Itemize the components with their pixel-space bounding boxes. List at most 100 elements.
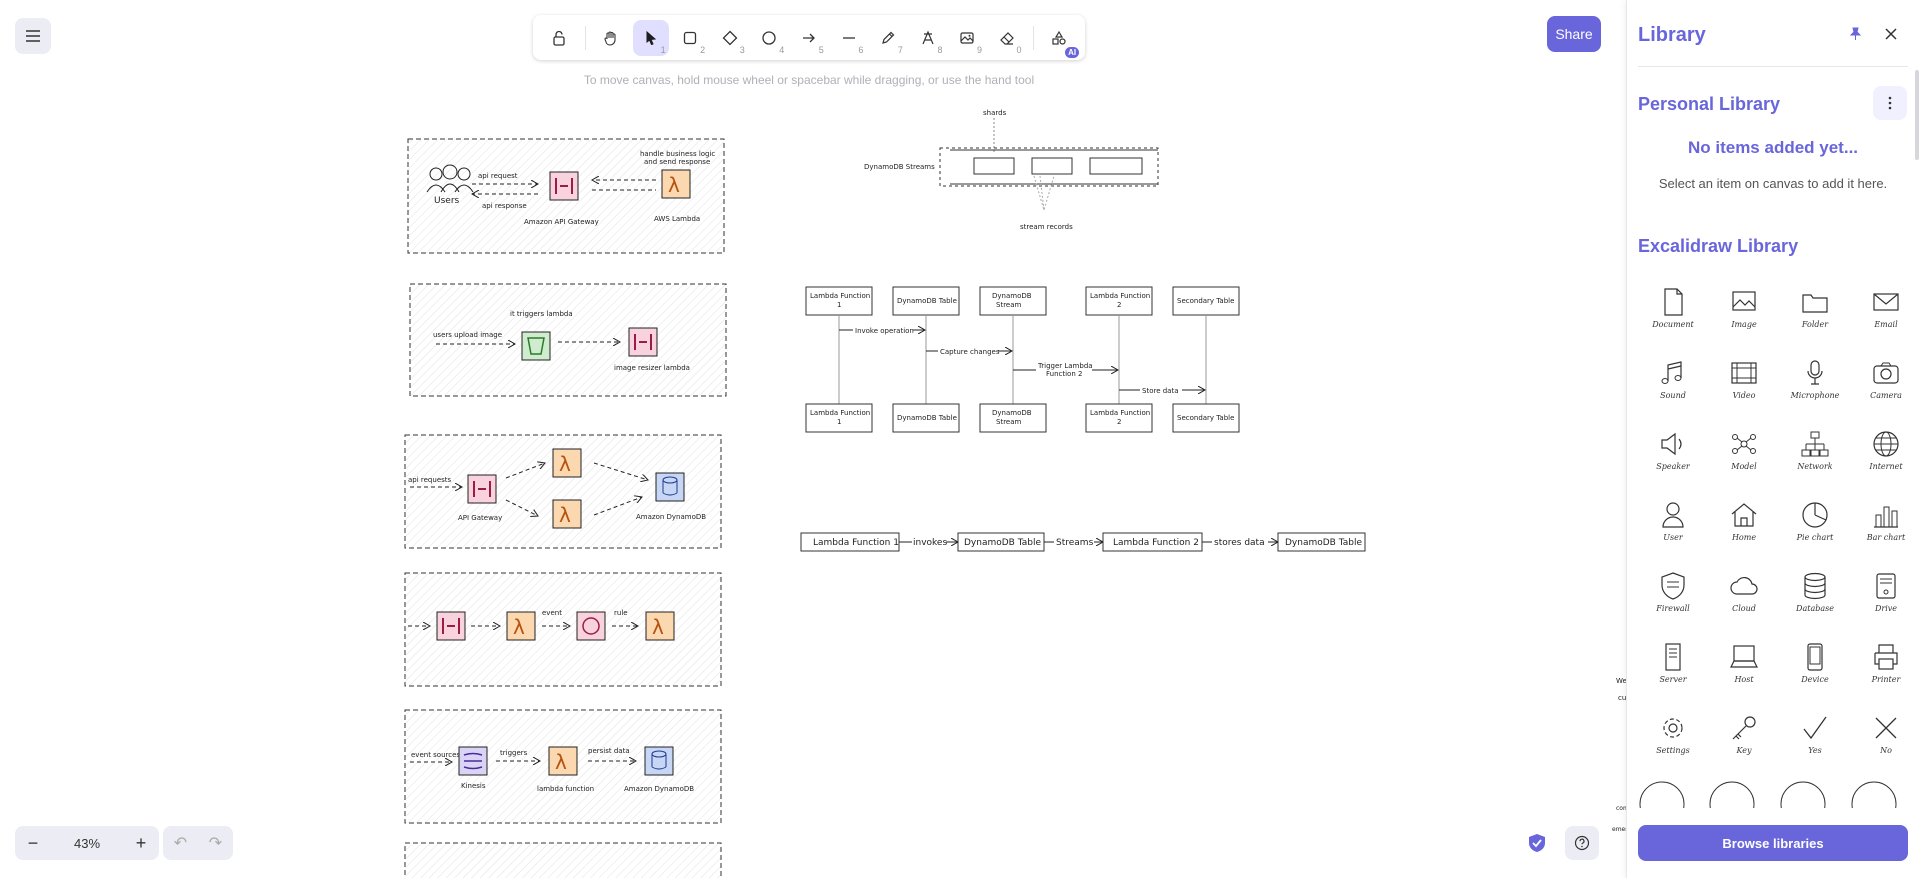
sequence-diagram[interactable]: Lambda Function 1 DynamoDB Table DynamoD… — [805, 286, 1240, 433]
diagram-frame-event-chain[interactable]: λ event rule λ — [404, 572, 722, 687]
library-item-label: Speaker — [1656, 462, 1690, 471]
library-item-bar-chart[interactable]: Bar chart — [1851, 495, 1919, 553]
library-item-model[interactable]: Model — [1709, 424, 1779, 482]
main-menu-button[interactable] — [15, 18, 51, 54]
library-item-sound[interactable]: Sound — [1638, 353, 1708, 411]
lock-tool-button[interactable] — [541, 20, 577, 56]
dynamo-label: Amazon DynamoDB — [636, 513, 706, 521]
library-item-label: Yes — [1808, 746, 1822, 755]
microphone-icon — [1807, 360, 1823, 385]
settings-icon — [1663, 718, 1683, 738]
library-item-folder[interactable]: Folder — [1780, 282, 1850, 340]
library-item-internet[interactable]: Internet — [1851, 424, 1919, 482]
folder-icon — [1802, 294, 1828, 313]
selection-tool-button[interactable]: 1 — [633, 19, 669, 56]
library-item-speaker[interactable]: Speaker — [1638, 424, 1708, 482]
undo-button[interactable]: ↶ — [174, 833, 187, 853]
flow-diagram[interactable]: Lambda Function 1 invokes DynamoDB Table… — [800, 532, 1366, 552]
rectangle-tool-button[interactable]: 2 — [673, 20, 709, 56]
draw-key: 7 — [897, 44, 903, 55]
library-item-label: Pie chart — [1796, 533, 1834, 542]
close-library-button[interactable] — [1881, 24, 1901, 44]
more-tools-button[interactable]: AI — [1042, 20, 1080, 58]
svg-text:λ: λ — [559, 503, 571, 527]
hand-tool-button[interactable] — [594, 20, 630, 56]
library-item-home[interactable]: Home — [1709, 495, 1779, 553]
svg-text:λ: λ — [559, 452, 571, 476]
library-item-device[interactable]: Device — [1780, 637, 1850, 695]
eraser-tool-button[interactable]: 0 — [989, 20, 1025, 56]
share-button[interactable]: Share — [1547, 16, 1601, 52]
library-item-printer[interactable]: Printer — [1851, 637, 1919, 695]
note-line-2: and send response — [644, 158, 710, 166]
diagram-frame-api-gateway[interactable]: Users api request api response Amazon AP… — [407, 138, 725, 254]
ai-badge: AI — [1065, 46, 1080, 58]
library-item-label: Database — [1796, 604, 1834, 613]
shapes-icon — [1052, 30, 1066, 45]
library-item-microphone[interactable]: Microphone — [1780, 353, 1850, 411]
library-item-label: Host — [1734, 675, 1754, 684]
camera-icon — [1873, 362, 1899, 384]
library-item-user[interactable]: User — [1638, 495, 1708, 553]
library-item-label: Server — [1659, 675, 1687, 684]
library-item-network[interactable]: Network — [1780, 424, 1850, 482]
library-item-settings[interactable]: Settings — [1638, 708, 1708, 766]
flow-node-4: DynamoDB Table — [1285, 538, 1362, 548]
seq-f3b: Stream — [996, 418, 1022, 426]
line-tool-button[interactable]: 6 — [831, 20, 867, 56]
key-icon — [1732, 716, 1756, 740]
diagram-frame-kinesis[interactable]: event sources Kinesis triggers λ lambda … — [404, 709, 722, 824]
library-item-camera[interactable]: Camera — [1851, 353, 1919, 411]
diagram-frame-api-dynamo[interactable]: api requests API Gateway λ λ Amazon Dyna… — [404, 434, 722, 549]
library-item-key[interactable]: Key — [1709, 708, 1779, 766]
arrow-tool-button[interactable]: 5 — [791, 20, 827, 56]
zoom-out-button[interactable]: − — [15, 826, 51, 860]
edge-text-d: emerget — [1612, 826, 1626, 833]
streams-diagram[interactable]: shards DynamoDB Streams stream records — [864, 109, 1159, 231]
pin-button[interactable] — [1845, 24, 1865, 44]
diamond-tool-button[interactable]: 3 — [712, 20, 748, 56]
library-menu-button[interactable] — [1873, 86, 1907, 120]
library-scrollbar[interactable] — [1915, 70, 1919, 160]
image-tool-button[interactable]: 9 — [949, 20, 985, 56]
library-item-no[interactable]: No — [1851, 708, 1919, 766]
canvas[interactable]: Users api request api response Amazon AP… — [0, 0, 1626, 878]
library-item-label: Key — [1736, 746, 1752, 755]
zoom-in-button[interactable]: + — [123, 826, 159, 860]
help-button[interactable] — [1565, 826, 1599, 860]
diagram-frame-partial[interactable] — [404, 842, 722, 878]
library-item-firewall[interactable]: Firewall — [1638, 566, 1708, 624]
library-item-document[interactable]: Document — [1638, 282, 1708, 340]
sources-label: event sources — [411, 751, 460, 759]
library-item-email[interactable]: Email — [1851, 282, 1919, 340]
zoom-level[interactable]: 43% — [51, 836, 123, 851]
seq-msg-4: Store data — [1142, 387, 1179, 395]
redo-button[interactable]: ↷ — [209, 833, 222, 853]
drive-icon — [1876, 573, 1896, 599]
diagram-frame-s3-resizer[interactable]: it triggers lambda users upload image im… — [409, 283, 727, 397]
library-item-image[interactable]: Image — [1709, 282, 1779, 340]
browse-libraries-button[interactable]: Browse libraries — [1638, 825, 1908, 861]
library-item-label: Microphone — [1790, 391, 1840, 400]
text-tool-button[interactable]: 8 — [910, 20, 946, 56]
library-item-cloud[interactable]: Cloud — [1709, 566, 1779, 624]
eventbridge-icon — [576, 611, 606, 641]
upload-label: users upload image — [433, 331, 502, 339]
requests-label: api requests — [408, 476, 452, 484]
library-item-drive[interactable]: Drive — [1851, 566, 1919, 624]
note-line-1: handle business logic — [640, 150, 715, 158]
svg-text:λ: λ — [513, 615, 525, 639]
ellipse-tool-button[interactable]: 4 — [752, 20, 788, 56]
library-item-pie-chart[interactable]: Pie chart — [1780, 495, 1850, 553]
shield-check-button[interactable] — [1525, 830, 1549, 856]
hand-icon — [604, 30, 616, 46]
library-item-database[interactable]: Database — [1780, 566, 1850, 624]
library-item-host[interactable]: Host — [1709, 637, 1779, 695]
draw-tool-button[interactable]: 7 — [870, 20, 906, 56]
gateway-label-2: API Gateway — [458, 514, 502, 522]
empty-library-title: No items added yet... — [1687, 138, 1859, 157]
library-item-label: Bar chart — [1866, 533, 1906, 542]
library-item-video[interactable]: Video — [1709, 353, 1779, 411]
library-item-server[interactable]: Server — [1638, 637, 1708, 695]
library-item-yes[interactable]: Yes — [1780, 708, 1850, 766]
